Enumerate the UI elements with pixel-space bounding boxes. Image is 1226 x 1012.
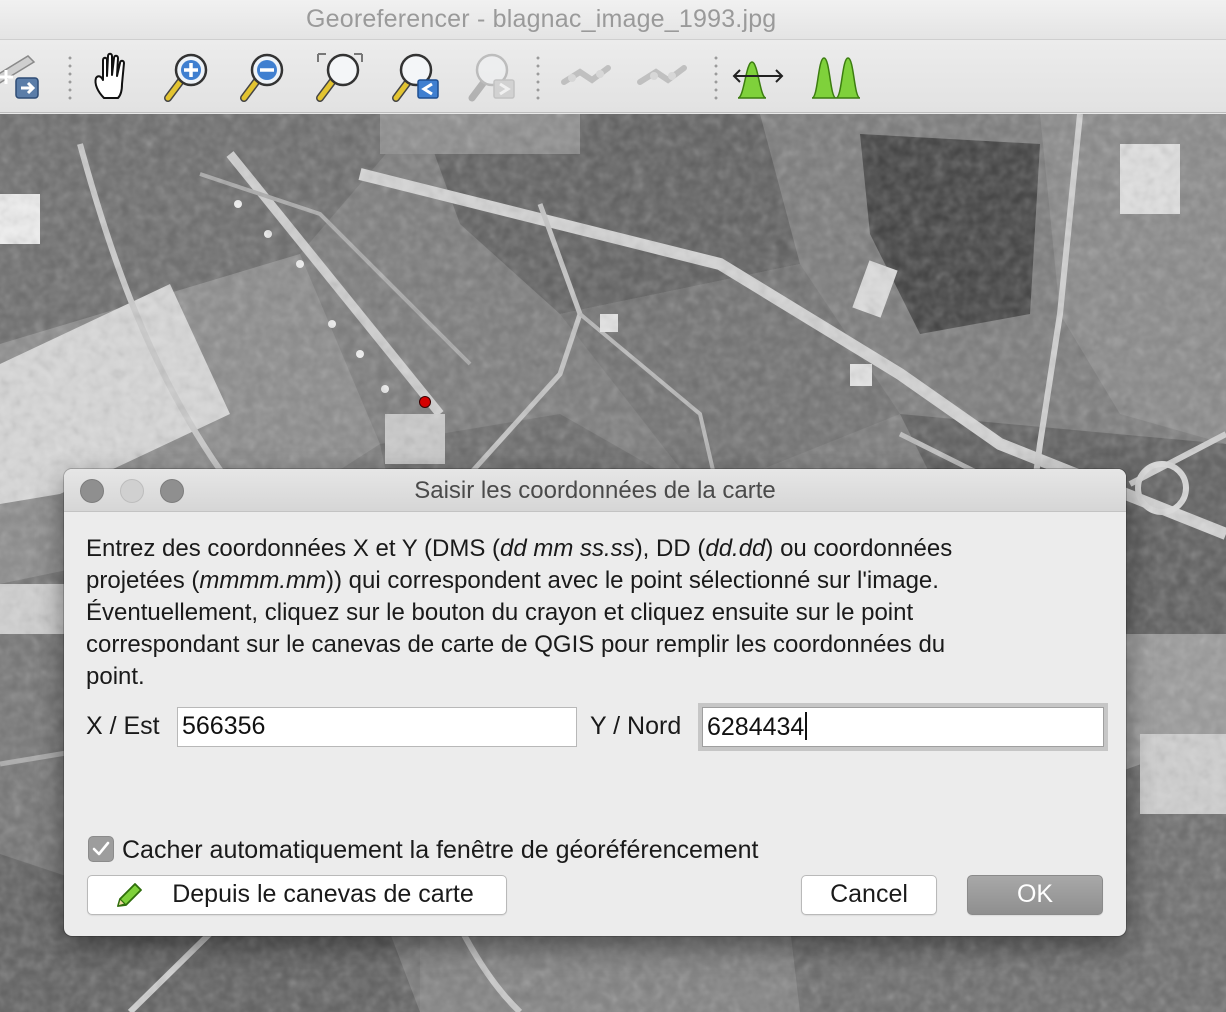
x-east-value: 566356 — [182, 712, 266, 740]
x-east-label: X / Est — [86, 712, 160, 740]
from-map-canvas-button[interactable]: Depuis le canevas de carte — [87, 875, 507, 915]
description-line-2: projetées (mmmm.mm)) qui correspondent a… — [86, 567, 939, 594]
toolbar-separator — [536, 54, 540, 100]
toolbar-separator — [68, 54, 72, 100]
description-line-1: Entrez des coordonnées X et Y (DMS (dd m… — [86, 535, 953, 562]
text-caret — [805, 712, 808, 740]
zoom-full-icon[interactable] — [312, 48, 368, 104]
cancel-button-label: Cancel — [830, 880, 908, 908]
histogram-icon[interactable] — [806, 48, 862, 104]
georeferencer-toolbar — [0, 40, 1226, 113]
pencil-icon — [117, 883, 142, 907]
y-north-label: Y / Nord — [590, 712, 682, 740]
auto-hide-checkbox-label[interactable]: Cacher automatiquement la fenêtre de géo… — [122, 836, 759, 865]
ok-button-label: OK — [1016, 880, 1054, 908]
link-georef-icon[interactable] — [558, 48, 614, 104]
dialog-titlebar: Saisir les coordonnées de la carte — [64, 469, 1126, 512]
stretch-icon[interactable] — [730, 48, 786, 104]
window-title: Georeferencer - blagnac_image_1993.jpg — [306, 5, 777, 33]
zoom-out-icon[interactable] — [236, 48, 292, 104]
toolbar-separator — [714, 54, 718, 100]
x-east-input[interactable]: 566356 — [177, 707, 577, 747]
y-north-value: 6284434 — [707, 713, 805, 741]
map-coordinates-dialog: Saisir les coordonnées de la carte Entre… — [64, 469, 1126, 936]
y-north-input[interactable]: 6284434 — [702, 707, 1104, 747]
cancel-button[interactable]: Cancel — [801, 875, 937, 915]
auto-hide-checkbox[interactable] — [88, 836, 114, 862]
ok-button[interactable]: OK — [967, 875, 1103, 915]
dialog-title: Saisir les coordonnées de la carte — [414, 477, 776, 504]
add-point-icon[interactable] — [0, 48, 42, 104]
description-line-5: point. — [86, 663, 145, 690]
zoom-next-icon[interactable] — [464, 48, 520, 104]
window-titlebar: Georeferencer - blagnac_image_1993.jpg — [0, 0, 1226, 40]
zoom-in-icon[interactable] — [160, 48, 216, 104]
hand-icon[interactable] — [86, 48, 142, 104]
description-line-3: Éventuellement, cliquez sur le bouton du… — [86, 599, 914, 626]
zoom-last-icon[interactable] — [388, 48, 444, 104]
gcp-point-marker[interactable] — [419, 396, 431, 408]
dialog-description: Entrez des coordonnées X et Y (DMS (dd m… — [86, 533, 1096, 693]
checkmark-icon — [92, 841, 110, 856]
link-qgis-icon[interactable] — [634, 48, 690, 104]
description-line-4: correspondant sur le canevas de carte de… — [86, 631, 946, 658]
from-map-canvas-label: Depuis le canevas de carte — [172, 880, 474, 908]
